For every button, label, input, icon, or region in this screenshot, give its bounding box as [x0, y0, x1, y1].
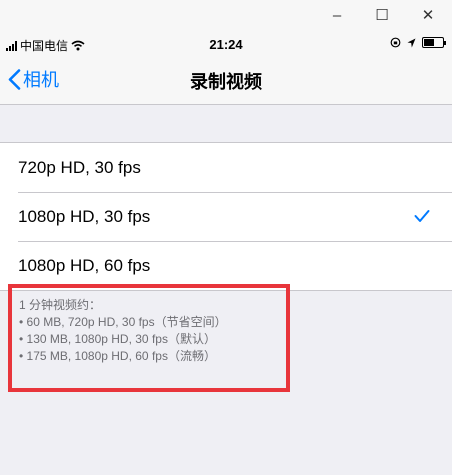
page-title: 录制视频: [190, 72, 262, 92]
close-button[interactable]: ✕: [416, 6, 440, 26]
option-1080p-30fps[interactable]: 1080p HD, 30 fps: [0, 192, 452, 241]
navigation-bar: 相机 录制视频: [0, 56, 452, 105]
battery-icon: [422, 37, 446, 48]
maximize-button[interactable]: ☐: [370, 6, 394, 26]
option-label: 720p HD, 30 fps: [18, 158, 141, 177]
option-label: 1080p HD, 60 fps: [18, 256, 151, 275]
status-time: 21:24: [209, 37, 243, 52]
window-title-bar: – ☐ ✕: [0, 0, 452, 34]
option-720p-30fps[interactable]: 720p HD, 30 fps: [0, 143, 452, 192]
checkmark-icon: [414, 210, 430, 222]
location-arrow-icon: [407, 38, 416, 47]
video-format-list: 720p HD, 30 fps 1080p HD, 30 fps 1080p H…: [0, 142, 452, 291]
option-label: 1080p HD, 30 fps: [18, 207, 151, 226]
orientation-lock-icon: [390, 37, 401, 48]
option-1080p-60fps[interactable]: 1080p HD, 60 fps: [0, 241, 452, 290]
minimize-button[interactable]: –: [325, 6, 349, 26]
battery-level: [424, 39, 434, 46]
status-bar: 中国电信 21:24: [0, 34, 452, 56]
status-right: [390, 37, 446, 48]
annotation-highlight-box: [8, 284, 290, 392]
